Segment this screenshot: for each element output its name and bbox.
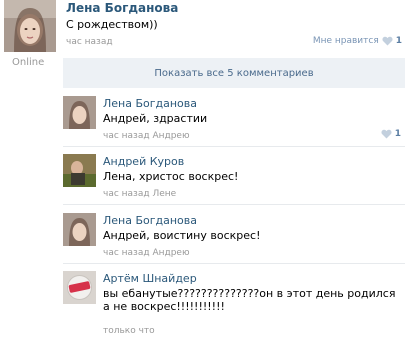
comment-author-avatar[interactable]	[63, 271, 96, 304]
like-count: 1	[395, 36, 402, 46]
comment-text: вы ебанутые??????????????он в этот день …	[103, 287, 396, 313]
comment-text: Андрей, здрастии	[103, 112, 208, 125]
divider	[63, 263, 405, 264]
comment-author-name[interactable]: Лена Богданова	[103, 214, 197, 227]
divider	[63, 146, 405, 147]
comment-timestamp[interactable]: час назад	[103, 131, 150, 141]
avatar-photo	[63, 213, 96, 246]
comment-timestamp[interactable]: только что	[103, 326, 155, 336]
comment-item: Андрей Куров Лена, христос воскрес! час …	[63, 154, 405, 205]
like-label: Мне нравится	[312, 36, 379, 46]
reply-to[interactable]: Андрею	[152, 131, 189, 141]
heart-icon	[382, 36, 393, 46]
comment-author-name[interactable]: Андрей Куров	[103, 155, 184, 168]
comment-item: Лена Богданова Андрей, здрастии час наза…	[63, 96, 405, 147]
avatar-photo	[4, 0, 56, 52]
comment-item: Лена Богданова Андрей, воистину воскрес!…	[63, 213, 405, 264]
comment-meta: час назад Андрею	[103, 131, 190, 141]
reply-to[interactable]: Лене	[152, 189, 176, 199]
show-all-comments-button[interactable]: Показать все 5 комментариев	[63, 58, 405, 88]
comment-like-button[interactable]: 1	[381, 129, 401, 139]
avatar-photo	[63, 96, 96, 129]
comment-text: Андрей, воистину воскрес!	[103, 229, 261, 242]
comment-timestamp[interactable]: час назад	[103, 248, 150, 258]
comment-text: Лена, христос воскрес!	[103, 170, 239, 183]
comment-author-avatar[interactable]	[63, 213, 96, 246]
comment-author-avatar[interactable]	[63, 154, 96, 187]
comment-meta: час назад Андрею	[103, 248, 190, 258]
post-like-button[interactable]: Мне нравится 1	[313, 36, 402, 46]
comment-timestamp[interactable]: час назад	[103, 189, 150, 199]
online-status: Online	[12, 57, 45, 68]
divider	[63, 204, 405, 205]
comment-meta: час назад Лене	[103, 189, 176, 199]
post-text: С рождеством))	[66, 18, 158, 31]
avatar-photo	[63, 154, 96, 187]
reply-to[interactable]: Андрею	[152, 248, 189, 258]
comment-author-avatar[interactable]	[63, 96, 96, 129]
like-count: 1	[394, 129, 401, 139]
comment-item: Артём Шнайдер вы ебанутые??????????????о…	[63, 271, 405, 339]
comment-author-name[interactable]: Лена Богданова	[103, 97, 197, 110]
post-author-avatar[interactable]	[4, 0, 56, 52]
post-timestamp[interactable]: час назад	[66, 37, 113, 47]
heart-icon	[381, 129, 392, 139]
avatar-photo	[63, 271, 96, 304]
post-author-name[interactable]: Лена Богданова	[66, 1, 178, 15]
comment-author-name[interactable]: Артём Шнайдер	[103, 272, 197, 285]
